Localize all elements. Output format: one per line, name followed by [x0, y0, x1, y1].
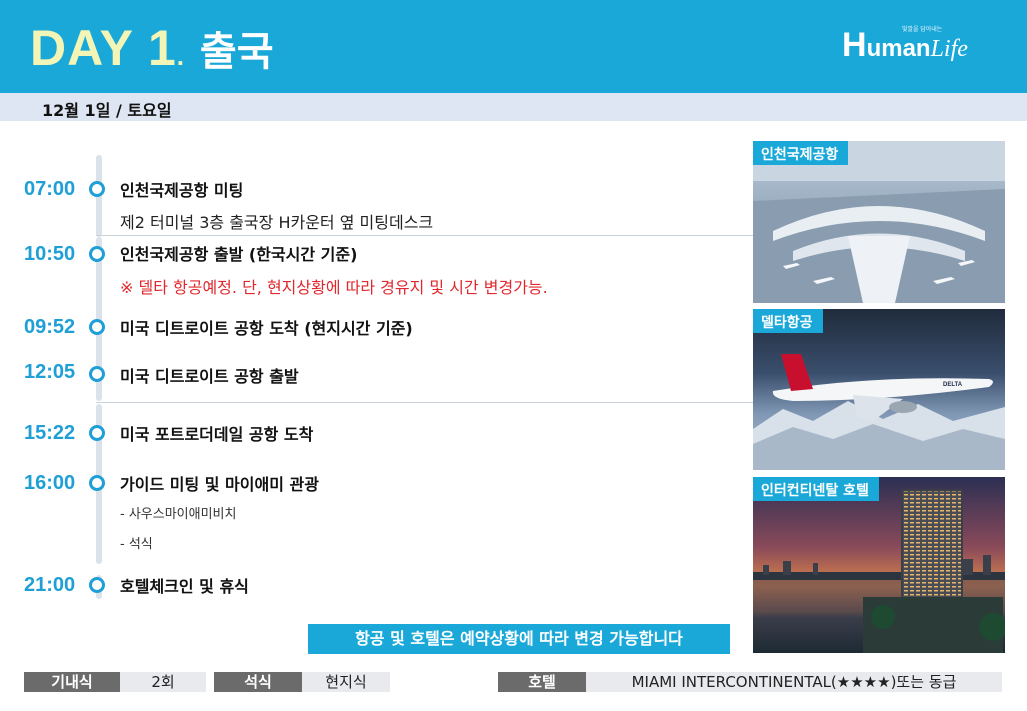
photo-label: 델타항공 — [753, 309, 823, 333]
day-subtitle: 출국 — [199, 29, 274, 75]
header-banner: DAY 1. 출국 빛깔을 담아내는 HumanLife — [0, 0, 1027, 93]
schedule-title: 미국 디트로이트 공항 출발 — [120, 367, 299, 386]
schedule-time: 21:00 — [24, 574, 76, 596]
hotel-value: MIAMI INTERCONTINENTAL(★★★★)또는 동급 — [586, 672, 1002, 692]
divider — [96, 402, 753, 403]
schedule-sub-item: - 석식 — [120, 537, 153, 552]
page-title: DAY 1. 출국 — [30, 18, 274, 86]
timeline-circle-icon — [89, 319, 105, 335]
delta-brand: DELTA — [943, 382, 963, 388]
inflight-meal-value: 2회 — [120, 672, 206, 692]
schedule-detail: 제2 터미널 3층 출국장 H카운터 옆 미팅데스크 — [120, 213, 434, 232]
schedule-title: 미국 포트로더데일 공항 도착 — [120, 425, 314, 444]
airport-terminal-illustration — [753, 141, 1005, 303]
humanlife-logo: 빛깔을 담아내는 HumanLife — [842, 26, 968, 64]
hotel-illustration — [753, 489, 1005, 653]
schedule-title: 인천국제공항 출발 (한국시간 기준) — [120, 245, 358, 264]
schedule-time: 16:00 — [24, 472, 76, 494]
photo-label: 인천국제공항 — [753, 141, 849, 165]
airplane-illustration: DELTA — [753, 354, 1005, 470]
timeline-circle-icon — [89, 366, 105, 382]
logo-life: Life — [930, 36, 968, 62]
schedule-title: 인천국제공항 미팅 — [120, 181, 244, 200]
photo-label: 인터컨티넨탈 호텔 — [753, 477, 879, 501]
hotel-label: 호텔 — [498, 672, 586, 692]
hotel-skyline-photo: 인터컨티넨탈 호텔 — [753, 477, 1005, 653]
airport-terminal-photo: 인천국제공항 — [753, 141, 1005, 303]
divider — [96, 235, 753, 236]
schedule-time: 12:05 — [24, 361, 76, 383]
timeline-circle-icon — [89, 425, 105, 441]
schedule-title: 호텔체크인 및 휴식 — [120, 577, 249, 596]
logo-h: H — [842, 26, 867, 64]
schedule-time: 07:00 — [24, 178, 76, 200]
timeline-circle-icon — [89, 475, 105, 491]
dinner-label: 석식 — [214, 672, 302, 692]
schedule-title: 미국 디트로이트 공항 도착 (현지시간 기준) — [120, 319, 413, 338]
dinner-value: 현지식 — [302, 672, 390, 692]
date-text: 12월 1일 / 토요일 — [42, 101, 172, 120]
logo-tagline: 빛깔을 담아내는 — [902, 27, 943, 33]
day-dot: . — [176, 41, 186, 71]
schedule-title: 가이드 미팅 및 마이애미 관광 — [120, 475, 319, 494]
schedule-time: 15:22 — [24, 422, 76, 444]
timeline-circle-icon — [89, 577, 105, 593]
day-label: DAY 1 — [30, 20, 177, 76]
timeline-circle-icon — [89, 246, 105, 262]
timeline-circle-icon — [89, 181, 105, 197]
schedule-sub-item: - 사우스마이애미비치 — [120, 507, 237, 522]
date-bar: 12월 1일 / 토요일 — [0, 93, 1027, 121]
inflight-meal-label: 기내식 — [24, 672, 120, 692]
schedule-time: 10:50 — [24, 243, 76, 265]
schedule-time: 09:52 — [24, 316, 76, 338]
schedule-warning: ※ 델타 항공예정. 단, 현지상황에 따라 경유지 및 시간 변경가능. — [120, 278, 548, 297]
change-notice: 항공 및 호텔은 예약상황에 따라 변경 가능합니다 — [308, 624, 730, 654]
delta-airplane-photo: DELTA 델타항공 — [753, 309, 1005, 470]
logo-uman: uman — [866, 35, 931, 62]
